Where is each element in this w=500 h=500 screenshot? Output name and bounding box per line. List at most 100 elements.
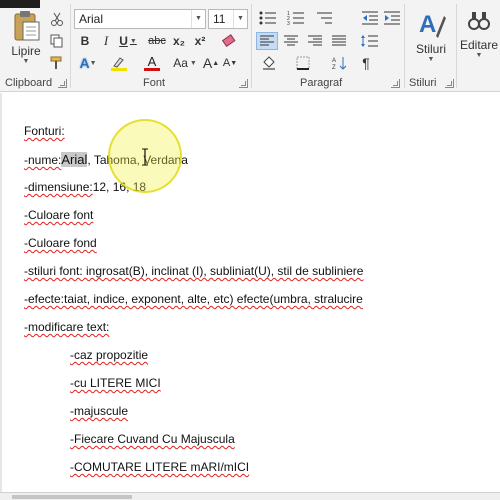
text-effects-icon: A [79, 55, 90, 71]
strikethrough-label: abc [148, 35, 166, 47]
bold-button[interactable]: B [76, 32, 94, 50]
styles-group-label: Stiluri [409, 77, 437, 89]
borders-icon [296, 56, 310, 70]
editing-label: Editare [459, 38, 499, 52]
strikethrough-button[interactable]: abc [146, 32, 168, 50]
shading-button[interactable] [256, 54, 282, 72]
font-group-label: Font [143, 77, 166, 89]
line-text: -Culoare fond [24, 236, 97, 250]
chevron-down-icon[interactable]: ▼ [233, 10, 247, 28]
shrink-font-label: A [222, 57, 231, 69]
shrink-font-button[interactable]: A ▼ [222, 54, 238, 72]
svg-text:3: 3 [287, 21, 290, 25]
doc-line-fill-color[interactable]: -Culoare fond [24, 236, 97, 250]
doc-line-toggle-case[interactable]: -COMUTARE LITERE mARI/mICI [70, 460, 249, 474]
editing-dropdown-icon[interactable]: ▼ [476, 52, 483, 59]
bullets-button[interactable] [256, 9, 280, 27]
doc-line-uppercase[interactable]: -majuscule [70, 404, 128, 418]
line-spacing-icon [361, 35, 378, 47]
word-window: Lipire ▼ Clipboard Arial ▼ 11 ▼ B I U ▼ … [0, 0, 500, 500]
doc-line-sentence-case[interactable]: -caz propozitie [70, 348, 148, 362]
editing-button[interactable]: Editare ▼ [458, 8, 500, 74]
scrollbar-thumb[interactable] [12, 495, 132, 499]
doc-line-font-color[interactable]: -Culoare font [24, 208, 93, 222]
align-left-icon [260, 35, 274, 46]
font-name-combo[interactable]: Arial ▼ [74, 9, 206, 29]
sort-icon: AZ [332, 57, 347, 70]
binoculars-icon [468, 12, 490, 30]
horizontal-scrollbar[interactable] [0, 492, 500, 500]
highlight-button[interactable] [104, 54, 134, 72]
text-effects-button[interactable]: A ▼ [76, 54, 100, 72]
doc-line-lowercase[interactable]: -cu LITERE MICI [70, 376, 161, 390]
superscript-button[interactable]: x² [191, 32, 209, 50]
line-spacing-button[interactable] [356, 32, 382, 50]
font-launcher-icon[interactable] [239, 79, 248, 88]
bold-label: B [80, 34, 90, 48]
superscript-label: x² [194, 34, 206, 48]
chevron-down-icon[interactable]: ▼ [191, 10, 205, 28]
highlighter-icon [113, 56, 124, 68]
change-case-button[interactable]: Aa ▼ [170, 54, 200, 72]
line-text: -Fiecare Cuvand Cu Majuscula [70, 432, 235, 446]
doc-line-capitalize[interactable]: -Fiecare Cuvand Cu Majuscula [70, 432, 235, 446]
font-size-combo[interactable]: 11 ▼ [208, 9, 248, 29]
align-center-button[interactable] [280, 32, 302, 50]
left-margin-strip [0, 93, 2, 493]
underline-button[interactable]: U ▼ [117, 32, 139, 50]
align-left-button[interactable] [256, 32, 278, 50]
cut-button[interactable] [48, 10, 66, 28]
multilevel-list-button[interactable] [312, 9, 336, 27]
doc-line-modify-text[interactable]: -modificare text: [24, 320, 109, 334]
line-text: -majuscule [70, 404, 129, 418]
font-color-label: A [147, 53, 157, 69]
styles-button[interactable]: A Stiluri ▼ [410, 8, 452, 74]
justify-icon [332, 35, 346, 46]
numbering-icon: 123 [287, 11, 304, 25]
format-painter-button[interactable] [48, 54, 66, 72]
grow-font-button[interactable]: A ▲ [203, 54, 219, 72]
separator [251, 4, 252, 88]
show-formatting-button[interactable]: ¶ [356, 54, 376, 72]
clear-formatting-button[interactable] [219, 32, 239, 50]
numbering-button[interactable]: 123 [284, 9, 308, 27]
chevron-down-icon[interactable]: ▼ [190, 60, 197, 67]
justify-button[interactable] [328, 32, 350, 50]
borders-button[interactable] [290, 54, 316, 72]
line-prefix: -nume: [24, 153, 62, 167]
paste-dropdown-icon[interactable]: ▼ [23, 58, 30, 65]
doc-line-effects[interactable]: -efecte:taiat, indice, exponent, alte, e… [24, 292, 363, 306]
font-size-value: 11 [213, 12, 226, 26]
chevron-down-icon[interactable]: ▼ [130, 38, 137, 45]
clipboard-launcher-icon[interactable] [58, 79, 67, 88]
decrease-indent-icon [362, 11, 378, 25]
change-case-label: Aa [173, 56, 188, 70]
decrease-indent-button[interactable] [360, 9, 380, 27]
italic-button[interactable]: I [97, 32, 115, 50]
doc-line-heading[interactable]: Fonturi: [24, 124, 65, 138]
clipboard-group-label: Clipboard [5, 77, 53, 89]
align-right-button[interactable] [304, 32, 326, 50]
paste-button[interactable]: Lipire ▼ [6, 10, 46, 72]
line-text: -caz propozitie [70, 348, 149, 362]
separator [404, 4, 405, 88]
separator [456, 4, 457, 88]
title-strip [0, 0, 40, 8]
styles-dropdown-icon[interactable]: ▼ [428, 56, 435, 63]
font-color-button[interactable]: A [138, 54, 166, 72]
svg-text:A: A [332, 58, 336, 64]
sort-button[interactable]: AZ [330, 54, 350, 72]
selected-word[interactable]: Arial [61, 152, 88, 167]
increase-indent-button[interactable] [382, 9, 402, 27]
eraser-icon [221, 34, 236, 48]
styles-launcher-icon[interactable] [445, 79, 454, 88]
paragraph-launcher-icon[interactable] [391, 79, 400, 88]
chevron-down-icon[interactable]: ▼ [90, 60, 97, 67]
line-prefix: -dimensiune: [24, 180, 93, 194]
styles-icon: A [419, 11, 446, 38]
doc-line-font-styles[interactable]: -stiluri font: ingrosat(B), inclinat (I)… [24, 264, 363, 278]
align-center-icon [284, 35, 298, 46]
line-text: -Culoare font [24, 208, 94, 222]
copy-button[interactable] [48, 32, 66, 50]
subscript-button[interactable]: x₂ [170, 32, 188, 50]
